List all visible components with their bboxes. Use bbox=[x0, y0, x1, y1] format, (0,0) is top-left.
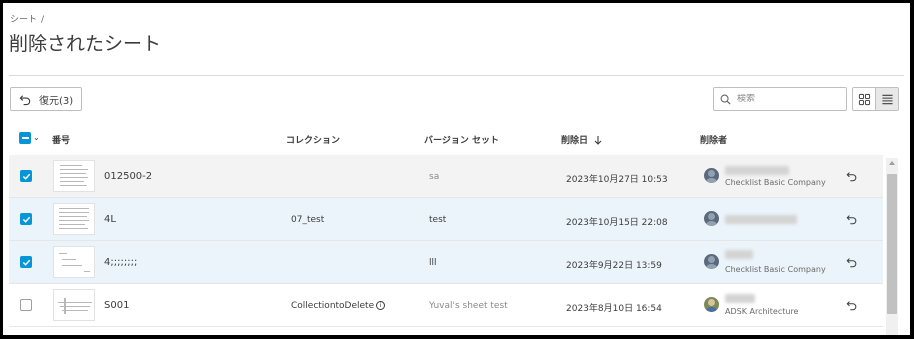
search-icon bbox=[720, 94, 731, 105]
undo-arrow-icon[interactable] bbox=[846, 299, 858, 311]
restore-button-label: 復元(3) bbox=[39, 95, 74, 107]
avatar bbox=[704, 254, 719, 269]
scroll-up-arrow-icon[interactable] bbox=[889, 161, 895, 165]
table-row[interactable]: 012500-2 sa 2023年10月27日 10:53 Checklist … bbox=[9, 155, 883, 198]
sheet-thumbnail[interactable] bbox=[53, 160, 95, 192]
search-input[interactable] bbox=[737, 94, 837, 104]
redacted-user-name bbox=[725, 294, 755, 303]
redacted-user-name bbox=[725, 166, 789, 175]
sheet-collection: 07_test bbox=[291, 215, 325, 225]
sheet-number[interactable]: 012500-2 bbox=[104, 171, 152, 182]
undo-arrow-icon[interactable] bbox=[846, 213, 858, 225]
row-checkbox[interactable] bbox=[20, 170, 32, 182]
restore-button[interactable]: 復元(3) bbox=[10, 87, 82, 111]
column-header-version-set[interactable]: バージョン セット bbox=[424, 133, 499, 146]
sheet-thumbnail[interactable] bbox=[53, 289, 95, 321]
arrow-down-icon bbox=[594, 135, 602, 145]
info-icon[interactable]: i bbox=[376, 301, 386, 310]
select-all-checkbox[interactable] bbox=[19, 132, 31, 144]
undo-arrow-icon bbox=[19, 94, 31, 105]
sheet-deleted-date: 2023年8月10日 16:54 bbox=[566, 304, 662, 314]
collection-name: CollectiontoDelete bbox=[291, 301, 375, 311]
breadcrumb-sheets-link[interactable]: シート bbox=[10, 15, 37, 25]
user-company: Checklist Basic Company bbox=[725, 178, 826, 187]
header-divider bbox=[9, 75, 904, 76]
sheet-number[interactable]: 4;;;;;;;; bbox=[104, 257, 137, 268]
sheet-version-set: sa bbox=[429, 172, 440, 182]
page-title: 削除されたシート bbox=[9, 33, 162, 55]
row-checkbox[interactable] bbox=[20, 256, 32, 268]
avatar bbox=[704, 297, 719, 312]
checkmark-icon bbox=[22, 259, 30, 266]
sheet-thumbnail[interactable] bbox=[53, 246, 95, 278]
indeterminate-mark bbox=[21, 137, 29, 139]
list-view-icon bbox=[881, 94, 893, 104]
table-row[interactable]: 4L 07_test test 2023年10月15日 22:08 bbox=[9, 198, 883, 241]
column-header-deleted-by[interactable]: 削除者 bbox=[700, 133, 727, 146]
sheet-version-set: lll bbox=[429, 258, 437, 268]
sheet-deleted-date: 2023年9月22日 13:59 bbox=[566, 261, 662, 271]
column-header-number[interactable]: 番号 bbox=[52, 133, 70, 146]
breadcrumb-separator: / bbox=[41, 15, 45, 25]
search-box[interactable] bbox=[713, 87, 847, 111]
list-view-button[interactable] bbox=[875, 87, 899, 111]
row-checkbox[interactable] bbox=[20, 299, 32, 311]
sheet-deleted-date: 2023年10月15日 22:08 bbox=[566, 218, 668, 228]
column-header-collection[interactable]: コレクション bbox=[286, 133, 340, 146]
deleted-date-header-label: 削除日 bbox=[561, 136, 589, 146]
column-header-deleted-date[interactable]: 削除日 bbox=[561, 133, 603, 146]
sheet-version-set: Yuval's sheet test bbox=[429, 301, 508, 311]
scrollbar-thumb[interactable] bbox=[887, 174, 897, 314]
checkmark-icon bbox=[22, 173, 30, 180]
breadcrumb: シート / bbox=[10, 12, 44, 25]
avatar bbox=[704, 211, 719, 226]
deleted-sheets-page: シート / 削除されたシート 復元(3) ⌄ 番号 コレクション バージョン セッ… bbox=[3, 3, 910, 335]
chevron-down-icon[interactable]: ⌄ bbox=[33, 133, 40, 142]
deleted-sheets-table: 012500-2 sa 2023年10月27日 10:53 Checklist … bbox=[9, 155, 883, 335]
table-row[interactable]: 4;;;;;;;; lll 2023年9月22日 13:59 Checklist… bbox=[9, 241, 883, 284]
vertical-scrollbar[interactable] bbox=[886, 158, 898, 335]
grid-view-button[interactable] bbox=[852, 87, 876, 111]
sheet-thumbnail[interactable] bbox=[53, 203, 95, 235]
undo-arrow-icon[interactable] bbox=[846, 256, 858, 268]
grid-view-icon bbox=[858, 93, 870, 105]
user-company: Checklist Basic Company bbox=[725, 265, 826, 274]
avatar bbox=[704, 168, 719, 183]
redacted-user-name bbox=[725, 250, 753, 259]
undo-arrow-icon[interactable] bbox=[846, 170, 858, 182]
table-row[interactable]: S001 CollectiontoDelete i Yuval's sheet t… bbox=[9, 284, 883, 327]
row-checkbox[interactable] bbox=[20, 213, 32, 225]
sheet-version-set: test bbox=[429, 215, 447, 225]
redacted-user-name bbox=[725, 215, 797, 224]
user-company: ADSK Architecture bbox=[725, 307, 799, 316]
sheet-number[interactable]: 4L bbox=[104, 214, 116, 225]
sheet-collection: CollectiontoDelete i bbox=[291, 301, 386, 311]
checkmark-icon bbox=[22, 216, 30, 223]
sheet-deleted-date: 2023年10月27日 10:53 bbox=[566, 175, 668, 185]
sheet-number[interactable]: S001 bbox=[104, 300, 129, 311]
